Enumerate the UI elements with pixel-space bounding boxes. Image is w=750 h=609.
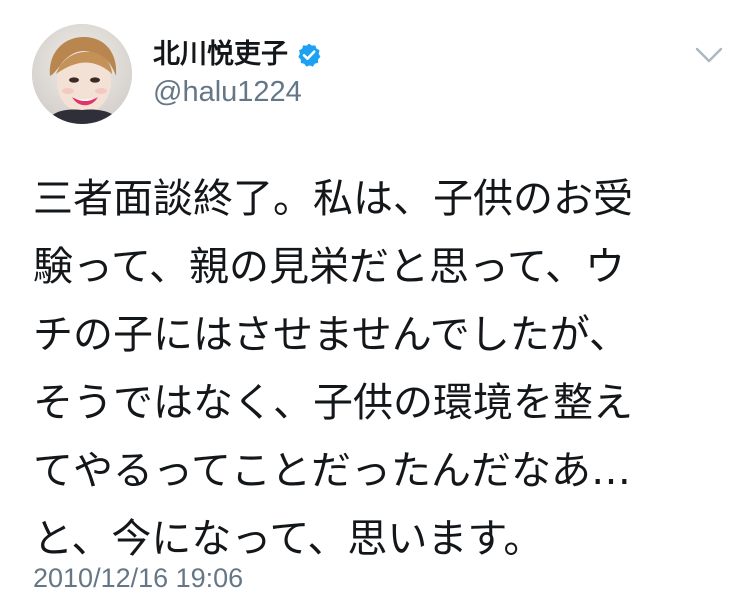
- profile-photo-icon: [32, 24, 132, 124]
- author-name-row: 北川悦吏子: [153, 37, 322, 73]
- avatar[interactable]: [32, 24, 132, 124]
- tweet-text-line: チの子にはさせませんでしたが、: [33, 312, 629, 358]
- chevron-down-icon[interactable]: [694, 44, 724, 66]
- tweet-text-line: 三者面談終了。私は、子供のお受: [33, 176, 633, 222]
- tweet-text: 三者面談終了。私は、子供のお受 験って、親の見栄だと思って、ウ チの子にはさせま…: [33, 165, 733, 573]
- tweet-text-line: 験って、親の見栄だと思って、ウ: [33, 244, 625, 290]
- user-handle[interactable]: @halu1224: [153, 76, 302, 108]
- display-name[interactable]: 北川悦吏子: [153, 37, 288, 73]
- tweet-header: 北川悦吏子 @halu1224: [0, 0, 750, 150]
- tweet-timestamp[interactable]: 2010/12/16 19:06: [33, 561, 243, 595]
- verified-badge-icon: [296, 42, 322, 68]
- tweet-text-line: そうではなく、子供の環境を整え: [33, 380, 633, 426]
- tweet-text-line: てやるってことだったんだなあ…: [33, 448, 631, 494]
- tweet-card: 北川悦吏子 @halu1224 三者面談終了。私は、子供のお受 験って、親の見栄…: [0, 0, 750, 609]
